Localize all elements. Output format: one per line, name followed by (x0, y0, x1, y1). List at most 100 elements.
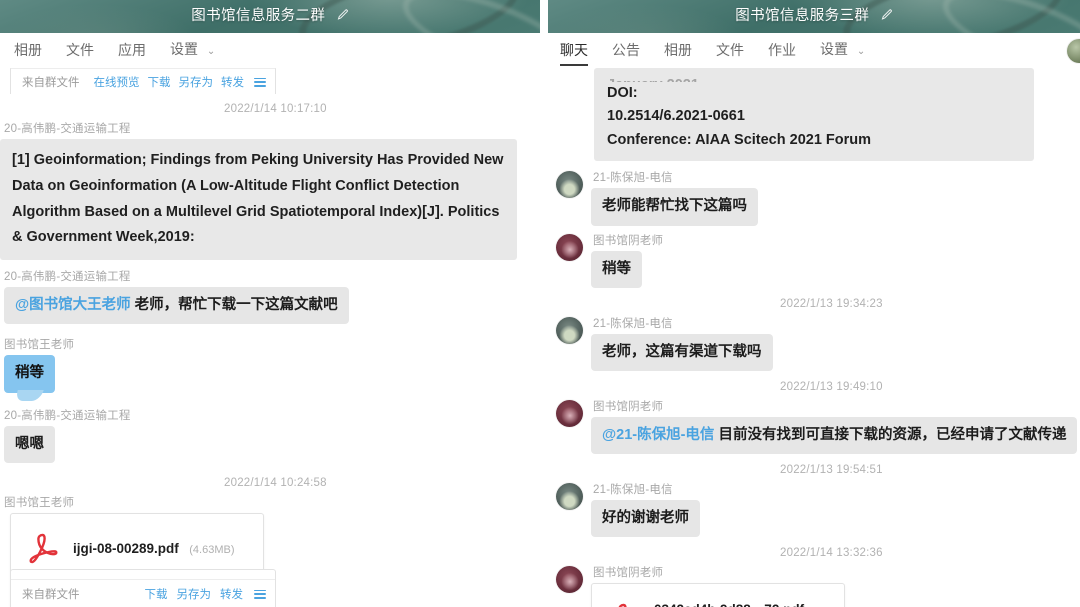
message-bubble[interactable]: 好的谢谢老师 (591, 500, 700, 538)
forward-link[interactable]: 转发 (221, 74, 244, 90)
message-bubble[interactable]: 稍等 (591, 250, 642, 288)
tab-apps-label: 应用 (118, 42, 146, 58)
timestamp-divider: 2022/1/14 10:17:10 (224, 103, 327, 115)
doi-label: DOI: (607, 85, 638, 101)
tab-album-label: 相册 (664, 42, 692, 58)
download-link[interactable]: 下载 (148, 74, 171, 90)
message-bubble[interactable]: 老师能帮忙找下这篇吗 (591, 188, 758, 226)
message-wait: 图书馆阴老师 稍等 (548, 232, 1080, 288)
message-sender: 图书馆王老师 (4, 339, 75, 352)
save-as-link[interactable]: 另存为 (179, 74, 214, 90)
avatar[interactable] (556, 316, 583, 344)
message-sender: 图书馆阴老师 (593, 234, 664, 247)
message-sender: 21-陈保旭-电信 (593, 172, 673, 185)
timestamp-divider: 2022/1/14 13:32:36 (780, 547, 883, 560)
file-card[interactable]: 0342ed4b-9d88…72.pdf (196KB) 来自群文件 下载 另存… (591, 583, 845, 607)
right-tab-bar: 聊天 公告 相册 文件 作业 设置 ⌄ (548, 33, 1080, 68)
avatar[interactable] (556, 233, 583, 261)
tab-settings[interactable]: 设置 ⌄ (170, 32, 215, 69)
tab-settings-label: 设置 (170, 41, 198, 57)
doi-value: 10.2514/6.2021-0661 (607, 108, 745, 125)
message-bubble[interactable]: January 2021 DOI: 10.2514/6.2021-0661 Co… (594, 68, 1034, 162)
hamburger-menu-icon[interactable] (254, 589, 266, 599)
tab-files-label: 文件 (66, 42, 94, 58)
tab-files-label: 文件 (716, 42, 744, 58)
message-mention-reply: 图书馆阴老师 @21-陈保旭-电信 目前没有找到可直接下载的资源，已经申请了文献… (548, 398, 1080, 455)
message-text: 老师，帮忙下载一下这篇文献吧 (134, 297, 338, 314)
tab-announcement[interactable]: 公告 (612, 33, 640, 68)
pencil-icon[interactable] (881, 1, 893, 33)
message-channel-question: 21-陈保旭-电信 老师，这篇有渠道下载吗 (548, 315, 1080, 372)
message-sender: 图书馆王老师 (4, 496, 75, 509)
timestamp-divider: 2022/1/13 19:49:10 (780, 381, 883, 394)
message-sender: 20-高伟鹏-交通运输工程 (4, 123, 131, 135)
message-bubble[interactable]: [1] Geoinformation; Findings from Peking… (0, 139, 517, 261)
message-bubble[interactable]: 嗯嗯 (4, 425, 55, 463)
pdf-file-icon (604, 596, 644, 607)
file-name: 0342ed4b-9d88…72.pdf (654, 602, 804, 607)
left-chat-scroll[interactable]: 来自群文件 在线预览 下载 另存为 转发 2022/1/14 10:17:10 … (0, 68, 540, 607)
tab-homework[interactable]: 作业 (768, 33, 796, 68)
tab-files[interactable]: 文件 (66, 33, 94, 68)
message-sender: 图书馆阴老师 (593, 401, 664, 414)
panel-divider (540, 0, 548, 607)
pencil-icon[interactable] (337, 1, 349, 33)
right-group-title: 图书馆信息服务三群 (548, 0, 1080, 33)
user-avatar[interactable] (1067, 39, 1080, 63)
file-source-label: 来自群文件 (22, 589, 80, 601)
file-size: (4.63MB) (189, 543, 235, 556)
preview-link[interactable]: 在线预览 (94, 74, 140, 90)
message-sender: 21-陈保旭-电信 (593, 484, 673, 497)
message-ack: 20-高伟鹏-交通运输工程 嗯嗯 (0, 407, 540, 463)
avatar[interactable] (556, 400, 583, 428)
message-mention-request: 20-高伟鹏-交通运输工程 @图书馆大王老师 老师，帮忙下载一下这篇文献吧 (0, 268, 540, 325)
message-sender: 图书馆阴老师 (593, 567, 664, 580)
tab-homework-label: 作业 (768, 42, 796, 58)
tab-files[interactable]: 文件 (716, 33, 744, 68)
tab-album[interactable]: 相册 (664, 33, 692, 68)
file-name: ijgi-08-00289.pdf (73, 540, 179, 556)
right-group-title-text: 图书馆信息服务三群 (735, 8, 870, 24)
message-wait: 图书馆王老师 稍等 (0, 336, 540, 393)
message-sender: 20-高伟鹏-交通运输工程 (4, 409, 131, 422)
forward-link[interactable]: 转发 (220, 586, 243, 602)
tab-album[interactable]: 相册 (14, 33, 42, 68)
mention-tag[interactable]: @图书馆大王老师 (15, 297, 131, 313)
message-bubble[interactable]: 老师，这篇有渠道下载吗 (591, 333, 773, 372)
hamburger-menu-icon[interactable] (254, 77, 266, 87)
tab-announcement-label: 公告 (612, 42, 640, 58)
chevron-down-icon: ⌄ (206, 46, 216, 57)
pdf-file-icon (23, 526, 63, 572)
conference-line: Conference: AIAA Scitech 2021 Forum (607, 131, 872, 148)
left-clipped-file-card-bottom[interactable]: 来自群文件 下载 另存为 转发 (10, 569, 278, 607)
mention-tag[interactable]: @21-陈保旭-电信 (602, 427, 714, 443)
message-bubble-selected[interactable]: 稍等 (4, 355, 55, 393)
avatar[interactable] (556, 566, 583, 594)
timestamp-divider: 2022/1/13 19:34:23 (780, 297, 883, 310)
dual-chat-screenshot: 图书馆信息服务二群 相册 文件 应用 设置 ⌄ 来自群文件 在线预览 下载 另存… (0, 0, 1080, 607)
message-thanks: 21-陈保旭-电信 好的谢谢老师 (548, 481, 1080, 538)
left-tab-bar: 相册 文件 应用 设置 ⌄ (0, 33, 540, 68)
avatar[interactable] (556, 483, 583, 511)
message-bubble[interactable]: @图书馆大王老师 老师，帮忙下载一下这篇文献吧 (4, 287, 349, 325)
message-sender: 20-高伟鹏-交通运输工程 (4, 271, 131, 284)
save-as-link[interactable]: 另存为 (177, 586, 212, 602)
tab-chat[interactable]: 聊天 (560, 33, 588, 68)
doi-line-clipped: January 2021 (607, 74, 1021, 82)
tab-settings[interactable]: 设置 ⌄ (820, 32, 865, 69)
message-citation: 20-高伟鹏-交通运输工程 [1] Geoinformation; Findin… (0, 120, 540, 261)
tab-apps[interactable]: 应用 (118, 33, 146, 68)
message-text: 目前没有找到可直接下载的资源，已经申请了文献传递 (718, 427, 1067, 444)
left-title-bar: 图书馆信息服务二群 (0, 0, 540, 33)
message-find-request: 21-陈保旭-电信 老师能帮忙找下这篇吗 (548, 169, 1080, 226)
message-doi-block: January 2021 DOI: 10.2514/6.2021-0661 Co… (594, 68, 1080, 162)
message-bubble[interactable]: @21-陈保旭-电信 目前没有找到可直接下载的资源，已经申请了文献传递 (591, 417, 1078, 455)
message-sender: 21-陈保旭-电信 (593, 317, 673, 330)
timestamp-divider: 2022/1/13 19:54:51 (780, 464, 883, 477)
download-link[interactable]: 下载 (145, 586, 168, 602)
avatar[interactable] (556, 171, 583, 199)
right-chat-panel: 图书馆信息服务三群 聊天 公告 相册 文件 作业 设置 ⌄ DOI: 10.25… (548, 0, 1080, 607)
right-chat-scroll[interactable]: January 2021 DOI: 10.2514/6.2021-0661 Co… (548, 68, 1080, 607)
right-title-bar: 图书馆信息服务三群 (548, 0, 1080, 33)
left-clipped-file-card-top[interactable]: 来自群文件 在线预览 下载 另存为 转发 (10, 68, 278, 94)
